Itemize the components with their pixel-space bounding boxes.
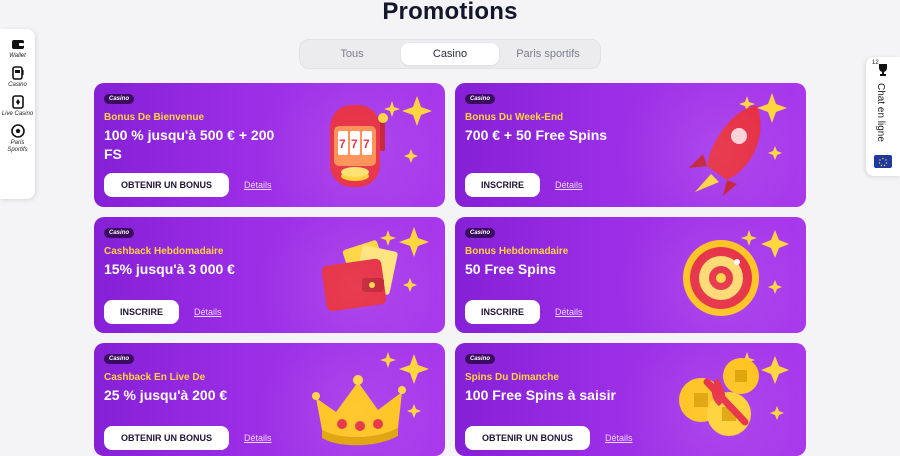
promo-headline: 50 Free Spins [465,261,557,277]
promo-headline: 100 % jusqu'à 500 € + 200 FS [104,127,275,162]
promo-cta-button[interactable]: INSCRIRE [465,300,540,324]
svg-text:7: 7 [351,137,358,151]
promo-subtitle: Cashback Hebdomadaire [104,246,224,257]
details-link[interactable]: Détails [194,307,222,317]
promo-card[interactable]: Casino Cashback En Live De 25 % jusqu'à … [94,343,445,456]
promo-card[interactable]: Casino Bonus Hebdomadaire 50 Free Spins … [455,217,806,333]
promo-subtitle: Bonus Du Week-End [465,112,564,123]
promo-headline: 100 Free Spins à saisir [465,387,616,403]
tab-casino[interactable]: Casino [401,43,499,65]
details-link[interactable]: Détails [555,307,583,317]
promo-subtitle: Bonus De Bienvenue [104,112,205,123]
details-link[interactable]: Détails [605,433,633,443]
promo-subtitle: Cashback En Live De [104,372,206,383]
details-link[interactable]: Détails [244,433,272,443]
wallet-icon [11,40,24,49]
crown-art [312,352,429,446]
sidebar-item-label: Wallet [9,53,26,59]
cards-icon [11,95,24,109]
eu-flag-icon [874,155,892,168]
category-badge: Casino [104,94,135,104]
svg-text:7: 7 [363,137,370,151]
sidebar: Wallet Casino Live Casino Paris Sportifs [0,29,35,199]
tab-tous[interactable]: Tous [303,43,401,65]
category-badge: Casino [104,354,135,364]
promo-card[interactable]: Casino Bonus Du Week-End 700 € + 50 Free… [455,83,806,207]
details-link[interactable]: Détails [555,180,583,190]
category-badge: Casino [104,228,135,238]
roulette-art [683,230,789,316]
coins-art [679,352,789,436]
promo-cta-button[interactable]: OBTENIR UN BONUS [104,173,229,197]
sidebar-item-paris-sportifs[interactable]: Paris Sportifs [0,124,35,154]
sidebar-item-casino[interactable]: Casino [0,66,35,89]
sidebar-item-wallet[interactable]: Wallet [0,37,35,60]
live-chat-widget[interactable]: 12 Chat en ligne [866,57,900,176]
chat-label: Chat en ligne [875,83,886,142]
promo-headline: 700 € + 50 Free Spins [465,127,608,143]
slot-machine-art: 7 7 7 [330,96,432,187]
category-badge: Casino [465,94,496,104]
promo-cta-button[interactable]: OBTENIR UN BONUS [104,426,229,450]
promo-headline: 25 % jusqu'à 200 € [104,387,228,403]
promo-cta-button[interactable]: INSCRIRE [104,300,179,324]
sidebar-item-label: Live Casino [1,111,34,117]
soccer-ball-icon [10,124,25,138]
trophy-icon [879,64,887,76]
category-badge: Casino [465,228,496,238]
promo-cta-button[interactable]: OBTENIR UN BONUS [465,426,590,450]
slot-machine-icon [11,66,24,80]
details-link[interactable]: Détails [244,180,272,190]
sidebar-item-live-casino[interactable]: Live Casino [0,95,35,118]
category-badge: Casino [465,354,496,364]
promotion-filter-tabs: Tous Casino Paris sportifs [299,39,601,69]
sidebar-item-label: Paris Sportifs [7,140,28,153]
svg-text:7: 7 [339,137,346,151]
sidebar-item-label: Casino [8,82,27,88]
promo-card[interactable]: Casino Cashback Hebdomadaire 15% jusqu'à… [94,217,445,333]
page-title: Promotions [382,0,518,25]
wallet-art [321,227,429,312]
promo-card[interactable]: Casino Bonus De Bienvenue 100 % jusqu'à … [94,83,445,207]
rocket-art [689,93,787,196]
promo-cta-button[interactable]: INSCRIRE [465,173,540,197]
promo-subtitle: Spins Du Dimanche [465,372,559,383]
promo-headline: 15% jusqu'à 3 000 € [104,261,235,277]
promo-subtitle: Bonus Hebdomadaire [465,246,569,257]
promo-card[interactable]: Casino Spins Du Dimanche 100 Free Spins … [455,343,806,456]
tab-paris-sportifs[interactable]: Paris sportifs [499,43,597,65]
